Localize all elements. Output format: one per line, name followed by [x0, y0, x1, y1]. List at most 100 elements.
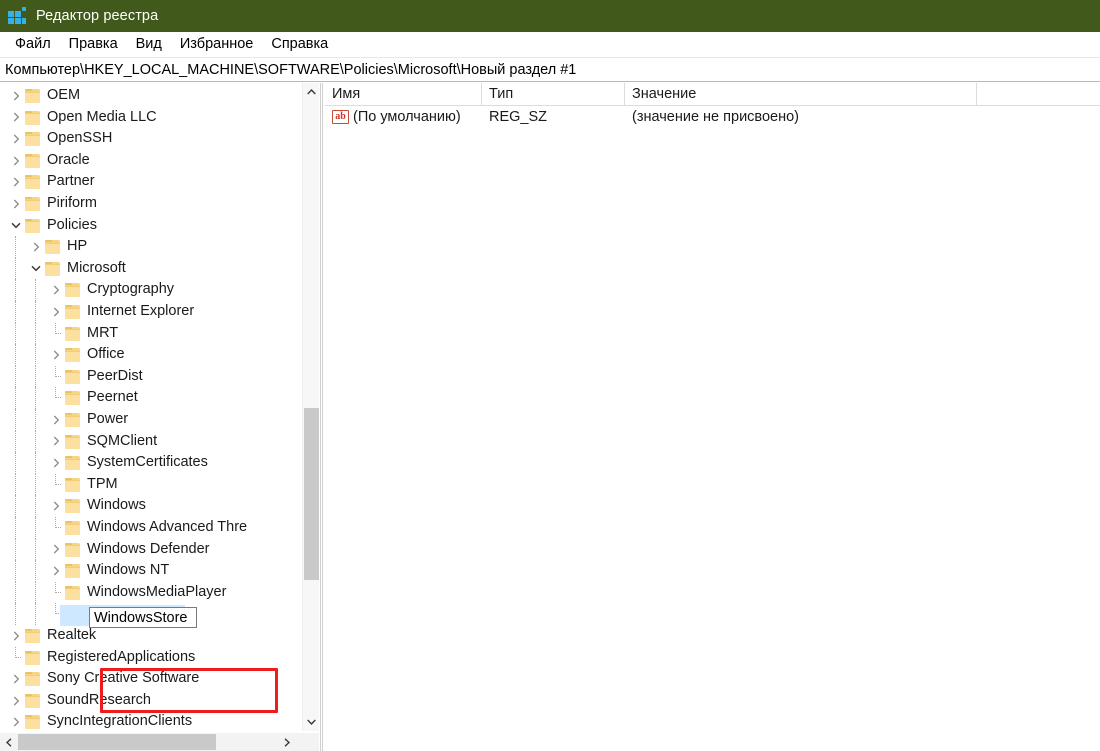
registry-editor-window: Редактор реестра Файл Правка Вид Избранн…: [0, 0, 1100, 751]
folder-icon: [25, 219, 40, 232]
chevron-down-icon[interactable]: [28, 258, 44, 280]
tree-node-label: OpenSSH: [47, 128, 112, 150]
chevron-right-icon[interactable]: [8, 85, 24, 107]
tree-node-label: Windows Defender: [87, 539, 210, 561]
tree-node[interactable]: Sony Creative Software: [0, 668, 306, 690]
menu-item-help[interactable]: Справка: [262, 34, 337, 55]
tree-hscroll-thumb[interactable]: [18, 734, 216, 750]
tree-node[interactable]: Piriform: [0, 193, 306, 215]
tree-node-label: SQMClient: [87, 431, 157, 453]
chevron-right-icon[interactable]: [8, 193, 24, 215]
folder-icon: [45, 262, 60, 275]
chevron-right-icon[interactable]: [48, 452, 64, 474]
folder-icon: [65, 499, 80, 512]
chevron-right-icon[interactable]: [48, 344, 64, 366]
column-header-type[interactable]: Тип: [482, 83, 625, 105]
folder-icon: [25, 672, 40, 685]
tree-node[interactable]: SystemCertificates: [0, 452, 306, 474]
folder-icon: [25, 694, 40, 707]
key-rename-input[interactable]: [89, 607, 197, 628]
tree-node[interactable]: Peernet: [0, 387, 306, 409]
tree-guide-line: [28, 603, 44, 625]
tree-node[interactable]: SQMClient: [0, 431, 306, 453]
tree-node[interactable]: WindowsMediaPlayer: [0, 582, 306, 604]
tree-node[interactable]: Windows Defender: [0, 539, 306, 561]
tree-node[interactable]: OEM: [0, 85, 306, 107]
chevron-right-icon[interactable]: [48, 560, 64, 582]
tree-vertical-scrollbar[interactable]: [302, 83, 319, 731]
tree-node-label: HP: [67, 236, 87, 258]
tree-node[interactable]: Windows NT: [0, 560, 306, 582]
tree-node[interactable]: Internet Explorer: [0, 301, 306, 323]
tree-node[interactable]: Partner: [0, 171, 306, 193]
chevron-right-icon[interactable]: [8, 711, 24, 731]
column-header-name[interactable]: Имя: [325, 83, 482, 105]
tree-node[interactable]: SoundResearch: [0, 690, 306, 712]
menu-item-edit[interactable]: Правка: [60, 34, 127, 55]
chevron-right-icon[interactable]: [28, 236, 44, 258]
tree-node-label: SystemCertificates: [87, 452, 208, 474]
tree-node[interactable]: SyncIntegrationClients: [0, 711, 306, 731]
tree-guide-line: [28, 344, 44, 366]
tree-node[interactable]: Policies: [0, 215, 306, 237]
chevron-right-icon[interactable]: [48, 409, 64, 431]
tree-node[interactable]: Windows Advanced Thre: [0, 517, 306, 539]
tree-guide-line: [8, 560, 24, 582]
tree-node[interactable]: Office: [0, 344, 306, 366]
chevron-right-icon[interactable]: [8, 690, 24, 712]
tree-horizontal-scrollbar[interactable]: [0, 733, 302, 751]
tree-node-label: Peernet: [87, 387, 138, 409]
tree-guide-line: [48, 387, 64, 409]
folder-icon: [65, 456, 80, 469]
tree-node[interactable]: Oracle: [0, 150, 306, 172]
chevron-right-icon[interactable]: [8, 107, 24, 129]
tree-node[interactable]: HP: [0, 236, 306, 258]
tree-node[interactable]: RegisteredApplications: [0, 647, 306, 669]
column-header-value[interactable]: Значение: [625, 83, 977, 105]
menu-item-favorites[interactable]: Избранное: [171, 34, 262, 55]
menu-item-file[interactable]: Файл: [6, 34, 60, 55]
address-path: Компьютер\HKEY_LOCAL_MACHINE\SOFTWARE\Po…: [5, 62, 576, 78]
chevron-right-icon[interactable]: [8, 128, 24, 150]
chevron-right-icon[interactable]: [278, 733, 296, 751]
chevron-right-icon[interactable]: [48, 279, 64, 301]
tree-guide-line: [28, 452, 44, 474]
tree-node[interactable]: OpenSSH: [0, 128, 306, 150]
tree-guide-line: [28, 517, 44, 539]
tree-node[interactable]: PeerDist: [0, 366, 306, 388]
tree-node[interactable]: MRT: [0, 323, 306, 345]
tree-guide-line: [28, 431, 44, 453]
tree-node[interactable]: Cryptography: [0, 279, 306, 301]
tree-node[interactable]: TPM: [0, 474, 306, 496]
folder-icon: [65, 478, 80, 491]
chevron-up-icon[interactable]: [303, 83, 320, 101]
chevron-right-icon[interactable]: [48, 301, 64, 323]
tree-guide-line: [28, 495, 44, 517]
tree-guide-line: [8, 495, 24, 517]
chevron-right-icon[interactable]: [48, 431, 64, 453]
pane-splitter[interactable]: [320, 83, 323, 751]
tree-node[interactable]: Microsoft: [0, 258, 306, 280]
tree-scroll-thumb[interactable]: [304, 408, 319, 580]
menu-item-view[interactable]: Вид: [127, 34, 171, 55]
tree-guide-line: [28, 366, 44, 388]
folder-icon: [65, 283, 80, 296]
tree-guide-line: [28, 409, 44, 431]
chevron-down-icon[interactable]: [8, 215, 24, 237]
table-row[interactable]: ab (По умолчанию) REG_SZ (значение не пр…: [325, 106, 1100, 129]
address-bar[interactable]: Компьютер\HKEY_LOCAL_MACHINE\SOFTWARE\Po…: [0, 57, 1100, 82]
folder-icon: [45, 240, 60, 253]
tree-node[interactable]: Windows: [0, 495, 306, 517]
tree-guide-line: [8, 474, 24, 496]
chevron-right-icon[interactable]: [8, 668, 24, 690]
chevron-right-icon[interactable]: [48, 539, 64, 561]
tree-node[interactable]: Power: [0, 409, 306, 431]
value-name: (По умолчанию): [353, 106, 461, 129]
chevron-right-icon[interactable]: [8, 625, 24, 647]
chevron-left-icon[interactable]: [0, 733, 18, 751]
chevron-right-icon[interactable]: [8, 150, 24, 172]
chevron-right-icon[interactable]: [48, 495, 64, 517]
chevron-right-icon[interactable]: [8, 171, 24, 193]
chevron-down-icon[interactable]: [303, 713, 320, 731]
tree-node[interactable]: Open Media LLC: [0, 107, 306, 129]
